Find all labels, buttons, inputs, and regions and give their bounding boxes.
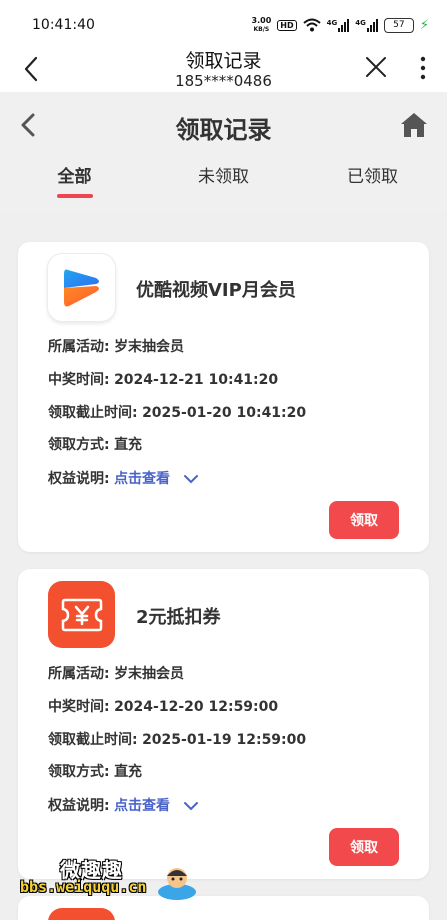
signal-4g-icon: 4G xyxy=(327,18,350,32)
deadline-row: 领取截止时间: 2025-01-19 12:59:00 xyxy=(48,732,307,748)
home-icon[interactable] xyxy=(399,111,429,139)
claim-button[interactable]: 领取 xyxy=(329,501,399,539)
hd-badge: HD xyxy=(277,19,297,31)
battery-icon: 57 xyxy=(383,17,414,33)
wifi-icon xyxy=(302,18,321,32)
watermark-url: bbs.weiququ.cn xyxy=(20,878,147,896)
status-icons: 3.00 KB/S HD 4G 4G 57 ⚡ xyxy=(252,16,429,34)
product-name: 2元抵扣券 xyxy=(136,607,221,628)
status-time: 10:41:40 xyxy=(32,17,95,33)
product-name: 优酷视频VIP月会员 xyxy=(136,280,296,301)
deadline-row: 领取截止时间: 2025-01-20 10:41:20 xyxy=(48,405,307,421)
rights-row: 权益说明: 点击查看 xyxy=(48,795,199,815)
activity-row: 所属活动: 岁末抽会员 xyxy=(48,666,185,682)
rights-row: 权益说明: 点击查看 xyxy=(48,468,199,488)
mascot-icon xyxy=(158,868,196,900)
youku-play-icon xyxy=(48,254,115,321)
watermark: 微趣趣 bbs.weiququ.cn xyxy=(20,850,200,905)
rights-view-link[interactable]: 点击查看 xyxy=(114,798,170,814)
rights-view-link[interactable]: 点击查看 xyxy=(114,471,170,487)
voucher-ticket-icon xyxy=(48,908,115,920)
win-time-row: 中奖时间: 2024-12-20 12:59:00 xyxy=(48,699,279,715)
chevron-down-icon[interactable] xyxy=(183,800,199,812)
signal-4g-icon-2: 4G xyxy=(355,18,378,32)
tab-unclaimed[interactable]: 未领取 xyxy=(149,162,298,202)
record-card: 优酷视频VIP月会员 所属活动: 岁末抽会员 中奖时间: 2024-12-21 … xyxy=(18,242,429,552)
record-card: 2元抵扣券 所属活动: 岁末抽会员 中奖时间: 2024-12-20 12:59… xyxy=(18,569,429,879)
claim-button[interactable]: 领取 xyxy=(329,828,399,866)
net-speed: 3.00 KB/S xyxy=(251,16,272,33)
voucher-ticket-icon xyxy=(48,581,115,648)
page-title: 领取记录 xyxy=(175,116,272,144)
activity-row: 所属活动: 岁末抽会员 xyxy=(48,339,185,355)
win-time-row: 中奖时间: 2024-12-21 10:41:20 xyxy=(48,372,279,388)
tab-bar: 全部 未领取 已领取 xyxy=(0,162,447,202)
status-bar: 10:41:40 3.00 KB/S HD 4G 4G 57 ⚡ xyxy=(0,0,447,50)
close-icon[interactable] xyxy=(363,54,389,80)
active-tab-indicator xyxy=(56,194,93,198)
more-icon[interactable] xyxy=(419,55,427,81)
charging-icon: ⚡ xyxy=(419,17,429,33)
tab-claimed[interactable]: 已领取 xyxy=(298,162,447,202)
tab-all[interactable]: 全部 xyxy=(0,162,149,202)
method-row: 领取方式: 直充 xyxy=(48,764,143,780)
page-header: 领取记录 全部 未领取 已领取 xyxy=(0,92,447,212)
method-row: 领取方式: 直充 xyxy=(48,437,143,453)
title-bar: 领取记录 185****0486 xyxy=(0,50,447,92)
chevron-down-icon[interactable] xyxy=(183,473,199,485)
